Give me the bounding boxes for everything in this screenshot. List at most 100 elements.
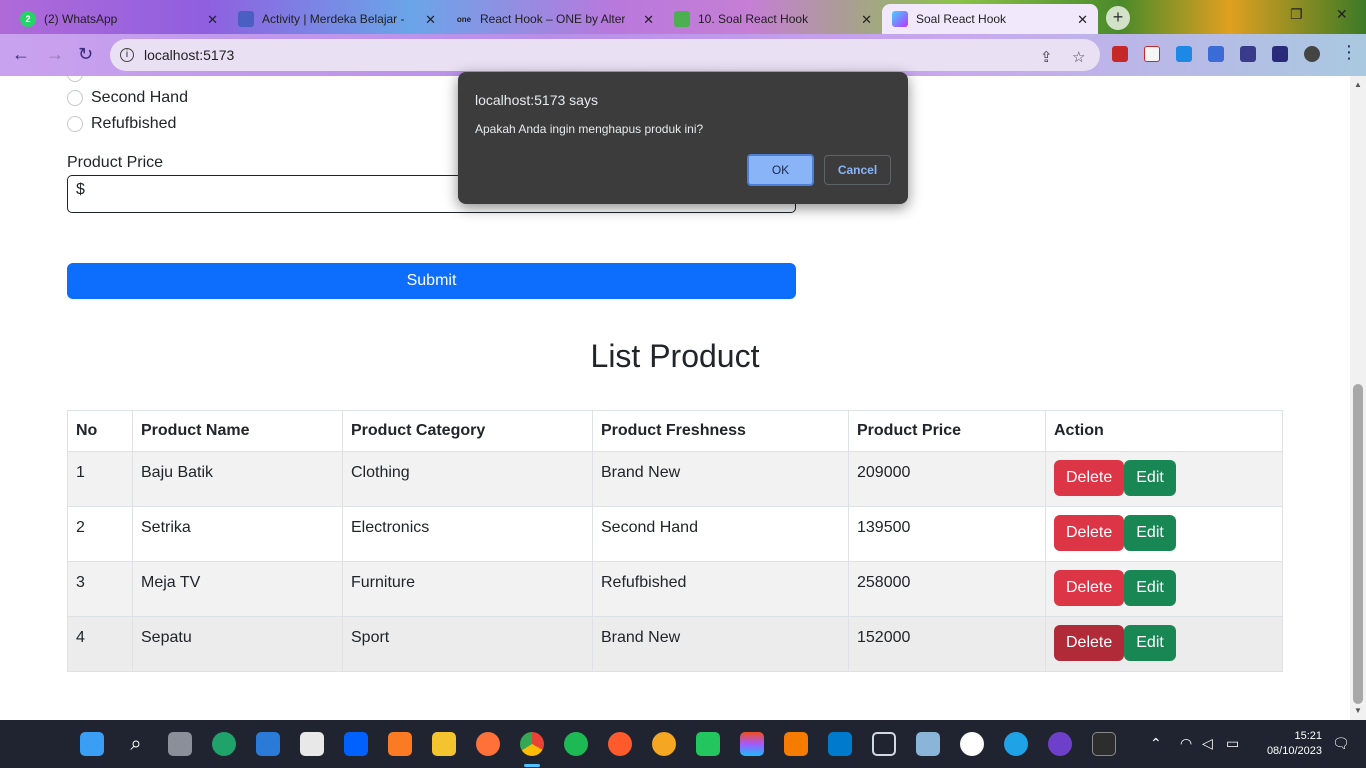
side-panel-icon[interactable] <box>1272 46 1288 62</box>
radio-refurbished[interactable]: Refufbished <box>67 115 176 133</box>
cell-price: 209000 <box>848 451 1046 507</box>
close-icon[interactable]: ✕ <box>643 12 654 28</box>
scroll-up-icon[interactable]: ▲ <box>1354 80 1362 89</box>
spotify-icon[interactable] <box>564 732 588 756</box>
close-icon[interactable]: ✕ <box>861 12 872 28</box>
extension-feather-icon[interactable] <box>1208 46 1224 62</box>
header-product-price: Product Price <box>848 410 1046 452</box>
tab-title: (2) WhatsApp <box>44 12 118 26</box>
notification-icon[interactable]: 🗨 <box>1332 735 1350 752</box>
submit-button[interactable]: Submit <box>67 263 796 299</box>
wifi-icon[interactable]: ◠ <box>1180 735 1192 752</box>
tab-soal-react-hook[interactable]: Soal React Hook ✕ <box>882 4 1098 34</box>
radio-brand-new-partial[interactable] <box>67 76 91 82</box>
confirm-dialog: localhost:5173 says Apakah Anda ingin me… <box>458 72 908 204</box>
site-info-icon[interactable]: i <box>120 48 134 62</box>
xampp-icon[interactable] <box>388 732 412 756</box>
tab-react-hook-one[interactable]: one React Hook – ONE by Alterr ✕ <box>446 4 664 34</box>
delete-button[interactable]: Delete <box>1054 515 1125 551</box>
virtualbox-icon[interactable] <box>872 732 896 756</box>
radio-icon[interactable] <box>67 90 83 106</box>
active-app-indicator <box>524 764 540 767</box>
vite-icon <box>892 11 908 27</box>
forward-arrow-icon[interactable]: → <box>46 44 64 65</box>
table-header-row: No Product Name Product Category Product… <box>67 410 1283 452</box>
restore-window-icon[interactable]: ❐ <box>1290 6 1303 23</box>
task-view-icon[interactable] <box>168 732 192 756</box>
one-icon: one <box>456 14 472 24</box>
address-bar[interactable]: i localhost:5173 ⇪ ☆ <box>110 39 1100 71</box>
app-icon[interactable] <box>1004 732 1028 756</box>
file-explorer-icon[interactable] <box>432 732 456 756</box>
share-icon[interactable]: ⇪ <box>1040 48 1053 66</box>
edit-button[interactable]: Edit <box>1124 570 1176 606</box>
table-row: 1 Baju Batik Clothing Brand New 209000 D… <box>67 451 1283 507</box>
product-table: No Product Name Product Category Product… <box>67 410 1283 672</box>
sourcetree-icon[interactable] <box>784 732 808 756</box>
tab-activity[interactable]: Activity | Merdeka Belajar - K ✕ <box>228 4 446 34</box>
edit-button[interactable]: Edit <box>1124 460 1176 496</box>
page-scrollbar[interactable]: ▲ ▼ <box>1350 76 1366 720</box>
github-desktop-icon[interactable] <box>1048 732 1072 756</box>
app-icon[interactable] <box>696 732 720 756</box>
profile-avatar[interactable] <box>1304 46 1320 62</box>
app-cube-icon[interactable] <box>916 732 940 756</box>
cell-name: Baju Batik <box>132 451 343 507</box>
cell-price: 152000 <box>848 616 1046 672</box>
radio-icon[interactable] <box>67 76 83 82</box>
cell-actions: Delete Edit <box>1045 561 1283 617</box>
postman-icon[interactable] <box>608 732 632 756</box>
new-tab-button[interactable]: + <box>1106 6 1130 30</box>
radio-second-hand[interactable]: Second Hand <box>67 89 188 107</box>
vscode-icon[interactable] <box>828 732 852 756</box>
tab-whatsapp[interactable]: 2 (2) WhatsApp ✕ <box>10 4 228 34</box>
bookmark-star-icon[interactable]: ☆ <box>1072 48 1085 66</box>
cell-actions: Delete Edit <box>1045 506 1283 562</box>
close-icon[interactable]: ✕ <box>207 12 218 28</box>
radio-label: Refufbished <box>91 115 177 132</box>
menu-kebab-icon[interactable]: ⋮ <box>1340 42 1358 63</box>
dropbox-icon[interactable] <box>344 732 368 756</box>
scroll-thumb[interactable] <box>1353 384 1363 704</box>
extension-doc-icon[interactable] <box>1176 46 1192 62</box>
search-icon[interactable]: ⌕ <box>124 732 148 756</box>
start-windows-icon[interactable] <box>80 732 104 756</box>
extensions-puzzle-icon[interactable] <box>1240 46 1256 62</box>
delete-button[interactable]: Delete <box>1054 460 1125 496</box>
battery-icon[interactable]: ▭ <box>1226 735 1239 752</box>
terminal-icon[interactable] <box>1092 732 1116 756</box>
taskbar-clock[interactable]: 15:21 08/10/2023 <box>1267 729 1322 759</box>
app-icon[interactable] <box>960 732 984 756</box>
dialog-origin: localhost:5173 says <box>475 92 598 108</box>
edge-icon[interactable] <box>212 732 236 756</box>
dialog-cancel-button[interactable]: Cancel <box>824 155 891 185</box>
back-arrow-icon[interactable]: ← <box>12 44 30 65</box>
close-window-icon[interactable]: ✕ <box>1336 6 1348 23</box>
edit-button[interactable]: Edit <box>1124 515 1176 551</box>
app-icon[interactable] <box>652 732 676 756</box>
header-product-category: Product Category <box>342 410 593 452</box>
dialog-message: Apakah Anda ingin menghapus produk ini? <box>475 122 704 136</box>
reload-icon[interactable]: ↻ <box>78 44 93 65</box>
cell-category: Clothing <box>342 451 593 507</box>
close-icon[interactable]: ✕ <box>1077 12 1088 28</box>
delete-button[interactable]: Delete <box>1054 625 1125 661</box>
mail-icon[interactable] <box>256 732 280 756</box>
chrome-icon[interactable] <box>520 732 544 756</box>
close-icon[interactable]: ✕ <box>425 12 436 28</box>
delete-button[interactable]: Delete <box>1054 570 1125 606</box>
extension-shield-icon[interactable] <box>1112 46 1128 62</box>
figma-icon[interactable] <box>740 732 764 756</box>
firefox-icon[interactable] <box>476 732 500 756</box>
windows-taskbar: ⌕ ⌃ ◠ ◁ ▭ 15:21 08/10/2023 🗨 <box>0 720 1366 768</box>
dialog-ok-button[interactable]: OK <box>747 154 814 186</box>
scroll-down-icon[interactable]: ▼ <box>1354 706 1362 715</box>
tab-soal-react-hook-10[interactable]: 10. Soal React Hook ✕ <box>664 4 882 34</box>
extension-pdf-icon[interactable] <box>1144 46 1160 62</box>
show-hidden-icons-icon[interactable]: ⌃ <box>1150 735 1162 752</box>
cell-freshness: Refufbished <box>592 561 849 617</box>
edit-button[interactable]: Edit <box>1124 625 1176 661</box>
amazon-icon[interactable] <box>300 732 324 756</box>
radio-icon[interactable] <box>67 116 83 132</box>
volume-icon[interactable]: ◁ <box>1202 735 1213 752</box>
